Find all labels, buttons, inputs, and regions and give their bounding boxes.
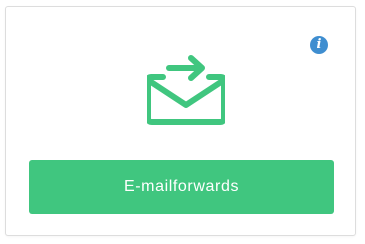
info-icon[interactable]: i [310, 36, 328, 54]
mail-forward-icon [147, 55, 225, 125]
email-forwards-button[interactable]: E-mailforwards [29, 160, 334, 214]
email-forwards-card: i E-mailforwards [5, 6, 356, 236]
